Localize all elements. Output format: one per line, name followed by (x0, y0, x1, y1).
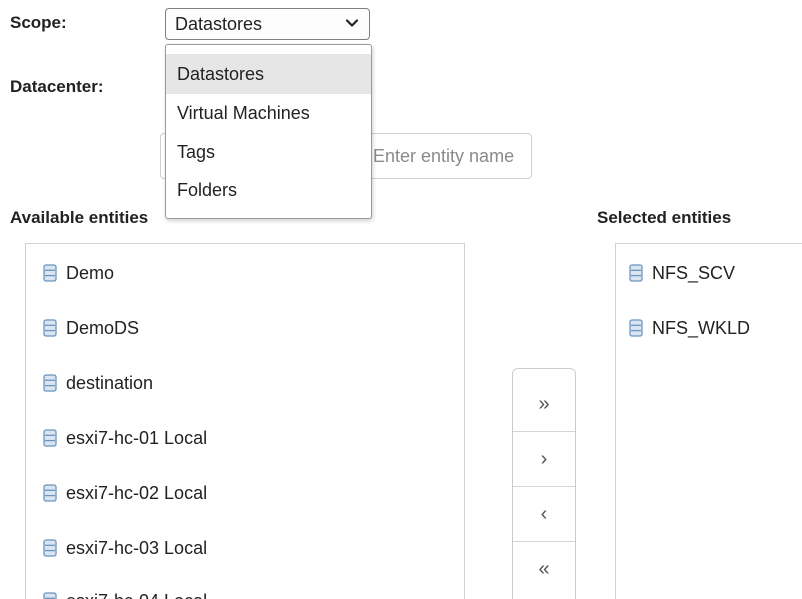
list-item-label: destination (66, 372, 154, 393)
list-item-label: NFS_WKLD (652, 317, 751, 338)
selected-entities-list[interactable]: NFS_SCV NFS_WKLD (615, 243, 802, 599)
selected-entities-title: Selected entities (597, 208, 732, 227)
menu-option-datastores[interactable]: Datastores (166, 54, 371, 94)
datastore-icon (43, 592, 57, 599)
scope-select[interactable]: Datastores (165, 8, 370, 40)
datastore-icon (629, 264, 643, 282)
list-item[interactable]: esxi7-hc-02 Local (43, 478, 207, 508)
datacenter-label: Datacenter: (10, 77, 104, 96)
list-item-label: esxi7-hc-03 Local (66, 537, 208, 558)
menu-option-tags[interactable]: Tags (166, 133, 371, 171)
list-item[interactable]: esxi7-hc-01 Local (43, 423, 207, 453)
datastore-icon (43, 429, 57, 447)
list-item-label: Demo (66, 262, 115, 283)
menu-option-virtual-machines[interactable]: Virtual Machines (166, 94, 371, 133)
list-item[interactable]: NFS_WKLD (629, 313, 750, 343)
datastore-icon (43, 484, 57, 502)
datastore-icon (43, 264, 57, 282)
scope-label: Scope: (10, 13, 67, 32)
datastore-icon (629, 319, 643, 337)
list-item-label: esxi7-hc-02 Local (66, 482, 208, 503)
menu-option-folders[interactable]: Folders (166, 171, 371, 209)
remove-all-button[interactable]: « (513, 542, 575, 597)
datastore-icon (43, 319, 57, 337)
remove-selected-button[interactable]: ‹ (513, 487, 575, 542)
datastore-icon (43, 539, 57, 557)
list-item[interactable]: esxi7-hc-03 Local (43, 533, 207, 563)
datastore-icon (43, 374, 57, 392)
scope-select-value: Datastores (175, 13, 263, 34)
list-item[interactable]: Demo (43, 258, 114, 288)
available-entities-list[interactable]: Demo DemoDS destination esxi7-hc-01 Loca… (25, 243, 465, 599)
scope-dropdown-menu: Datastores Virtual Machines Tags Folders (165, 44, 372, 219)
add-entities-panel: Scope: Datastores Datacenter: Datastores… (0, 0, 802, 599)
list-item[interactable]: destination (43, 368, 153, 398)
list-item-label: esxi7-hc-01 Local (66, 427, 208, 448)
list-item[interactable]: DemoDS (43, 313, 139, 343)
add-all-button[interactable]: » (513, 377, 575, 432)
list-item-label: NFS_SCV (652, 262, 736, 283)
list-item-label: esxi7-hc-04 Local (66, 591, 207, 599)
list-item[interactable]: NFS_SCV (629, 258, 735, 288)
available-entities-title: Available entities (10, 208, 149, 227)
chevron-down-icon (345, 19, 359, 27)
list-item[interactable]: esxi7-hc-04 Local (43, 586, 207, 599)
add-selected-button[interactable]: › (513, 432, 575, 487)
list-item-label: DemoDS (66, 317, 140, 338)
transfer-buttons: » › ‹ « (512, 368, 576, 599)
